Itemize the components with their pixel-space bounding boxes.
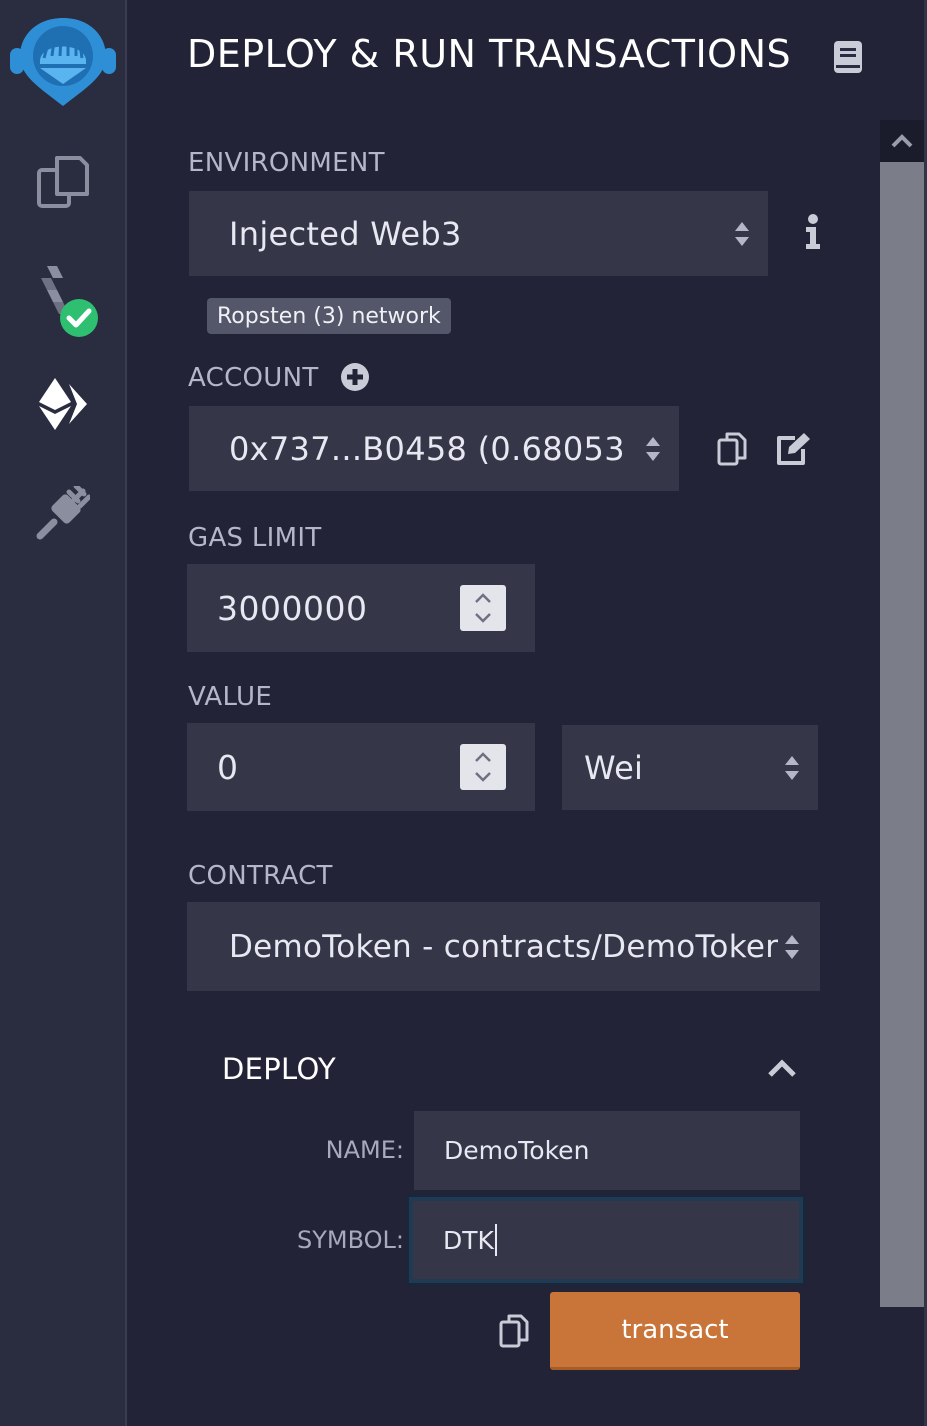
value-amount-stepper[interactable]: [460, 744, 506, 790]
select-arrows-icon: [785, 934, 799, 959]
documentation-book-icon[interactable]: [833, 40, 863, 78]
remix-logo-icon[interactable]: [0, 14, 125, 106]
success-check-icon: [59, 299, 98, 337]
add-account-icon[interactable]: [340, 362, 370, 396]
text-caret: [494, 1224, 497, 1256]
environment-value: Injected Web3: [229, 214, 462, 253]
select-arrows-icon: [785, 755, 799, 780]
contract-value: DemoToken - contracts/DemoToker: [229, 928, 779, 965]
stepper-arrows-icon: [475, 593, 491, 623]
value-unit: Wei: [584, 748, 644, 787]
account-select[interactable]: 0x737...B0458 (0.68053: [189, 406, 679, 491]
network-badge: Ropsten (3) network: [207, 298, 451, 334]
select-arrows-icon: [646, 436, 660, 461]
contract-select[interactable]: DemoToken - contracts/DemoToker: [187, 902, 820, 991]
gas-limit-label: GAS LIMIT: [188, 523, 322, 553]
solidity-compiler-icon[interactable]: [0, 264, 125, 340]
symbol-field-label: SYMBOL:: [297, 1226, 404, 1254]
deploy-run-icon[interactable]: [0, 376, 125, 432]
scrollbar-thumb[interactable]: [880, 162, 924, 1307]
file-explorer-icon[interactable]: [0, 155, 125, 209]
select-arrows-icon: [735, 221, 749, 246]
gas-limit-value: 3000000: [217, 588, 368, 628]
token-name-value: DemoToken: [444, 1136, 590, 1165]
copy-calldata-icon[interactable]: [499, 1314, 529, 1352]
value-unit-select[interactable]: Wei: [562, 725, 818, 810]
name-field-label: NAME:: [325, 1136, 404, 1164]
environment-label: ENVIRONMENT: [188, 148, 385, 178]
collapse-deploy-chevron-icon[interactable]: [767, 1058, 797, 1082]
info-icon[interactable]: [805, 214, 821, 254]
transact-button[interactable]: transact: [550, 1292, 800, 1370]
deploy-section-title: DEPLOY: [222, 1052, 337, 1086]
stepper-arrows-icon: [475, 752, 491, 782]
value-amount: 0: [217, 747, 239, 787]
value-label: VALUE: [188, 682, 273, 712]
environment-select[interactable]: Injected Web3: [189, 191, 768, 276]
page-title: DEPLOY & RUN TRANSACTIONS: [187, 32, 792, 76]
chevron-up-icon: [891, 134, 913, 148]
account-label: ACCOUNT: [188, 363, 319, 393]
token-symbol-input[interactable]: DTK: [409, 1197, 803, 1283]
contract-label: CONTRACT: [188, 861, 333, 891]
token-name-input[interactable]: DemoToken: [414, 1111, 800, 1190]
gas-limit-stepper[interactable]: [460, 585, 506, 631]
account-value: 0x737...B0458 (0.68053: [229, 429, 625, 468]
edit-signature-icon[interactable]: [775, 432, 811, 470]
scroll-up-button[interactable]: [880, 120, 924, 162]
deploy-run-panel: DEPLOY & RUN TRANSACTIONS ENVIRONMENT In…: [127, 0, 927, 1426]
icon-sidebar: [0, 0, 127, 1426]
plugin-manager-icon[interactable]: [0, 486, 125, 540]
copy-address-icon[interactable]: [717, 432, 747, 470]
token-symbol-value: DTK: [443, 1225, 494, 1255]
